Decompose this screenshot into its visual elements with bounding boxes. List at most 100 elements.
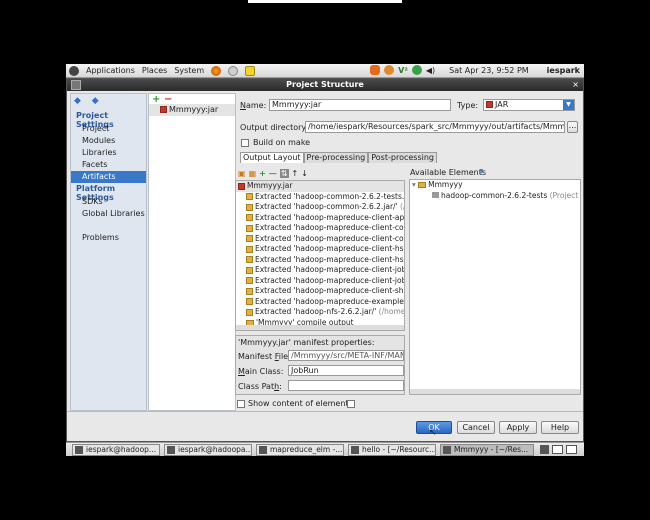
horizontal-scrollbar[interactable] <box>236 325 404 330</box>
main-class-input[interactable]: JobRun <box>288 365 404 376</box>
menu-system[interactable]: System <box>174 66 204 75</box>
show-content-label: Show content of elements <box>248 399 353 408</box>
library-icon <box>432 191 439 198</box>
taskbar-item-mapreduce[interactable]: mapreduce_elm -... <box>256 444 344 456</box>
nav-item-problems[interactable]: Problems <box>71 232 146 244</box>
nav-item-facets[interactable]: Facets <box>71 159 146 171</box>
settings-icon[interactable] <box>384 65 395 75</box>
back-forward-icon[interactable]: ◆ ◆ <box>74 96 103 106</box>
list-item[interactable]: Extracted 'hadoop-mapreduce-client-app-2 <box>236 213 404 224</box>
add-icon[interactable]: + <box>259 169 266 178</box>
menu-places[interactable]: Places <box>142 66 167 75</box>
extracted-archive-icon <box>246 245 253 253</box>
user-menu[interactable]: iespark <box>547 66 580 75</box>
name-input[interactable]: Mmmyyy:jar <box>269 99 451 111</box>
project-structure-window: Project Structure × ◆ ◆ Project Settings… <box>66 78 584 442</box>
window-titlebar[interactable]: Project Structure × <box>67 79 583 91</box>
extracted-archive-icon <box>246 214 253 221</box>
extracted-archive-icon <box>246 203 253 211</box>
volume-icon[interactable]: ◀) <box>426 66 435 75</box>
show-content-options-icon[interactable] <box>347 399 358 408</box>
alert-icon[interactable] <box>370 65 381 75</box>
move-down-icon[interactable]: ↓ <box>301 169 308 178</box>
idea-icon <box>443 446 451 454</box>
layout-toolbar: ▣ ▦ + — ⇅ ↑ ↓ <box>238 169 308 178</box>
nav-item-global-libraries[interactable]: Global Libraries <box>71 208 146 220</box>
manifest-file-label: Manifest File: <box>238 352 291 361</box>
clock[interactable]: Sat Apr 23, 9:52 PM <box>449 66 529 75</box>
show-content-checkbox[interactable] <box>237 399 248 408</box>
mouse-cursor-icon: ↖ <box>429 428 437 438</box>
archive-icon[interactable]: ▦ <box>249 169 257 178</box>
firefox-icon[interactable] <box>211 65 222 76</box>
list-item[interactable]: Extracted 'hadoop-mapreduce-client-shuff <box>236 286 404 297</box>
remove-icon[interactable]: — <box>269 169 277 178</box>
list-item[interactable]: Extracted 'hadoop-mapreduce-client-hs-2. <box>236 244 404 255</box>
workspace-switcher-icon[interactable] <box>552 445 563 454</box>
output-directory-input[interactable]: /home/iespark/Resources/spark_src/Mmmyyy… <box>305 121 565 133</box>
manifest-file-input[interactable]: /Mmmyyy/src/META-INF/MANIFEST <box>288 350 404 361</box>
extracted-archive-icon <box>246 193 253 200</box>
cloud-icon[interactable] <box>411 65 422 75</box>
workspace-switcher-icon[interactable] <box>566 445 577 454</box>
apply-button[interactable]: Apply <box>499 421 537 434</box>
class-path-input[interactable] <box>288 380 404 391</box>
build-on-make-checkbox[interactable] <box>241 138 252 147</box>
sort-icon[interactable]: ⇅ <box>279 169 289 178</box>
taskbar-item-terminal-2[interactable]: iespark@hadoopa... <box>164 444 252 456</box>
divider <box>67 411 583 412</box>
tab-post-processing[interactable]: Post-processing <box>368 152 437 163</box>
list-item[interactable]: Extracted 'hadoop-mapreduce-client-jobcl… <box>236 276 404 287</box>
tab-pre-processing[interactable]: Pre-processing <box>303 152 369 163</box>
network-icon[interactable] <box>228 65 239 76</box>
folder-icon <box>418 182 427 188</box>
list-item[interactable]: Extracted 'hadoop-mapreduce-client-comr <box>236 223 404 234</box>
foot-logo-icon[interactable] <box>69 65 79 76</box>
list-item[interactable]: Extracted 'hadoop-common-2.6.2-tests.jar <box>236 192 404 203</box>
new-folder-icon[interactable]: ▣ <box>238 169 246 178</box>
extracted-archive-icon <box>246 224 253 232</box>
nav-item-artifacts[interactable]: Artifacts <box>71 171 146 183</box>
tab-output-layout[interactable]: Output Layout <box>240 152 304 163</box>
type-select[interactable]: JAR ▼ <box>483 99 575 111</box>
available-elements-label: Available Elements <box>410 168 487 177</box>
list-item[interactable]: Extracted 'hadoop-common-2.6.2.jar/' (/h… <box>236 202 404 213</box>
list-item[interactable]: Extracted 'hadoop-nfs-2.6.2.jar/' (/home… <box>236 307 404 318</box>
list-item[interactable]: Extracted 'hadoop-mapreduce-client-core- <box>236 234 404 245</box>
list-item[interactable]: Extracted 'hadoop-mapreduce-client-jobcl… <box>236 265 404 276</box>
output-layout-tree[interactable]: Mmmyyy.jar Extracted 'hadoop-common-2.6.… <box>235 180 405 331</box>
artifacts-list: + − Mmmyyy:jar <box>148 93 236 411</box>
nav-item-libraries[interactable]: Libraries <box>71 147 146 159</box>
vpn-icon[interactable]: V² <box>398 66 408 75</box>
close-button[interactable]: × <box>572 79 579 91</box>
browse-button[interactable]: ... <box>567 121 578 133</box>
nav-item-modules[interactable]: Modules <box>71 135 146 147</box>
list-item[interactable]: hadoop-common-2.6.2-tests (Project Libr <box>410 191 580 202</box>
taskbar-item-terminal-1[interactable]: iespark@hadoop... <box>72 444 160 456</box>
list-item[interactable]: Extracted 'hadoop-mapreduce-examples-2 <box>236 297 404 308</box>
jar-icon <box>160 106 167 113</box>
tree-root[interactable]: ▾ Mmmyyy <box>410 180 580 191</box>
cancel-button[interactable]: Cancel <box>457 421 495 434</box>
taskbar-item-mmmyyy[interactable]: Mmmyyy - [~/Res... <box>440 444 534 456</box>
tree-root[interactable]: Mmmyyy.jar <box>236 181 404 192</box>
help-button[interactable]: Help <box>541 421 579 434</box>
terminal-icon <box>167 446 175 454</box>
output-directory-label: Output directory: <box>240 123 309 132</box>
menu-applications[interactable]: Applications <box>86 66 135 75</box>
extracted-archive-icon <box>246 298 253 305</box>
taskbar-item-hello[interactable]: hello - [~/Resourc... <box>348 444 436 456</box>
notes-icon[interactable] <box>245 65 256 76</box>
list-item[interactable]: Mmmyyy:jar <box>149 104 235 116</box>
horizontal-scrollbar[interactable] <box>410 389 580 394</box>
move-up-icon[interactable]: ↑ <box>292 169 299 178</box>
available-elements-tree[interactable]: ▾ Mmmyyy hadoop-common-2.6.2-tests (Proj… <box>409 179 581 395</box>
window-icon[interactable] <box>540 445 549 454</box>
chevron-down-icon[interactable]: ▼ <box>563 100 574 110</box>
class-path-label: Class Path: <box>238 382 282 391</box>
nav-item-project[interactable]: Project <box>71 123 146 135</box>
nav-item-sdks[interactable]: SDKs <box>71 196 146 208</box>
name-label: Name: <box>240 101 267 110</box>
list-item[interactable]: Extracted 'hadoop-mapreduce-client-hs-pl <box>236 255 404 266</box>
help-icon[interactable]: ? <box>479 168 484 177</box>
